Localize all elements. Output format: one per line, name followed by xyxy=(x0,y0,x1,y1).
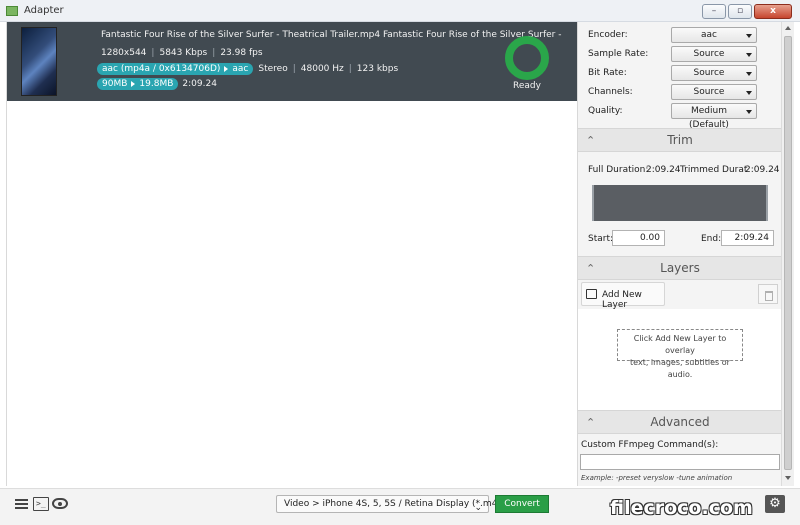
trimmed-duration-label: Trimmed Durat xyxy=(680,165,748,175)
sample-rate-row: Sample Rate: Source xyxy=(588,46,773,63)
output-preset-select[interactable]: Video > iPhone 4S, 5, 5S / Retina Displa… xyxy=(276,495,506,513)
duration: 2:09.24 xyxy=(182,78,217,89)
audio-channels: Stereo xyxy=(258,63,288,74)
bit-rate-select[interactable]: Source xyxy=(671,65,757,81)
ffmpeg-command-input[interactable] xyxy=(580,454,780,470)
channels-label: Channels: xyxy=(588,87,633,97)
chevron-down-icon xyxy=(746,72,752,76)
add-layer-icon xyxy=(586,289,597,299)
audio-bitrate: 123 kbps xyxy=(356,63,399,74)
audio-codec-from: aac (mp4a / 0x6134706D) xyxy=(102,63,221,74)
encoder-row: Encoder: aac xyxy=(588,27,773,44)
video-info: 1280x544 | 5843 Kbps | 23.98 fps xyxy=(101,48,263,58)
layers-empty-hint: Click Add New Layer to overlay text, ima… xyxy=(617,329,743,379)
sample-rate-label: Sample Rate: xyxy=(588,49,649,59)
settings-panel: Encoder: aac Sample Rate: Source Bit Rat… xyxy=(577,22,781,486)
resolution: 1280x544 xyxy=(101,48,147,58)
maximize-button[interactable]: ▫ xyxy=(728,4,752,19)
chevron-down-icon: ⌄ xyxy=(474,503,482,513)
size-info: 90MB 19.8MB 2:09.24 xyxy=(97,77,217,90)
file-name: Fantastic Four Rise of the Silver Surfer… xyxy=(101,30,562,40)
trim-header[interactable]: ⌃ Trim xyxy=(578,128,781,152)
full-duration-label: Full Duration: xyxy=(588,165,649,175)
channels-row: Channels: Source xyxy=(588,84,773,101)
add-layer-button[interactable]: Add New Layer xyxy=(581,282,665,310)
encoder-label: Encoder: xyxy=(588,30,628,40)
end-label: End: xyxy=(701,234,722,244)
sample-rate-value: Source xyxy=(693,49,725,59)
advanced-title: Advanced xyxy=(650,415,710,429)
trimmed-duration-value: 2:09.24 xyxy=(745,165,780,175)
chevron-down-icon xyxy=(746,53,752,57)
chevron-down-icon xyxy=(746,110,752,114)
terminal-icon[interactable]: >_ xyxy=(33,497,49,511)
hint-line-1: Click Add New Layer to overlay xyxy=(633,334,727,355)
bit-rate-label: Bit Rate: xyxy=(588,68,627,78)
settings-scrollbar[interactable] xyxy=(781,22,794,486)
layers-header[interactable]: ⌃ Layers xyxy=(578,256,781,280)
close-button[interactable]: x xyxy=(754,4,792,19)
start-input[interactable]: 0.00 xyxy=(612,230,665,246)
channels-select[interactable]: Source xyxy=(671,84,757,100)
end-input[interactable]: 2:09.24 xyxy=(721,230,774,246)
size-pill[interactable]: 90MB 19.8MB xyxy=(97,77,179,90)
audio-sample-rate: 48000 Hz xyxy=(300,63,344,74)
quality-select[interactable]: Medium (Default) xyxy=(671,103,757,130)
arrow-right-icon xyxy=(224,65,229,72)
full-duration-value: 2:09.24 xyxy=(646,165,681,175)
scroll-down-icon[interactable] xyxy=(785,476,791,480)
bit-rate-row: Bit Rate: Source xyxy=(588,65,773,82)
audio-info: aac (mp4a / 0x6134706D) aac Stereo | 48000 … xyxy=(97,62,398,75)
terminal-glyph: >_ xyxy=(36,499,46,508)
app-icon xyxy=(6,6,18,16)
preview-eye-icon[interactable] xyxy=(52,498,68,509)
start-label: Start: xyxy=(588,234,614,244)
channels-value: Source xyxy=(693,87,725,97)
trim-title: Trim xyxy=(667,133,693,147)
audio-codec-pill[interactable]: aac (mp4a / 0x6134706D) aac xyxy=(97,62,254,75)
output-preset-value: Video > iPhone 4S, 5, 5S / Retina Displa… xyxy=(284,499,507,509)
status-ring-icon xyxy=(505,36,549,80)
window-title: Adapter xyxy=(24,5,64,16)
scroll-up-icon[interactable] xyxy=(785,26,791,30)
advanced-header[interactable]: ⌃ Advanced xyxy=(578,410,781,434)
trash-icon xyxy=(765,291,773,301)
minimize-button[interactable]: – xyxy=(702,4,726,19)
layers-list: Click Add New Layer to overlay text, ima… xyxy=(578,309,781,410)
sample-rate-select[interactable]: Source xyxy=(671,46,757,62)
frame-rate: 23.98 fps xyxy=(220,48,263,58)
ffmpeg-label: Custom FFmpeg Command(s): xyxy=(581,440,719,450)
encoder-value: aac xyxy=(701,30,717,40)
trim-timeline[interactable] xyxy=(592,185,768,221)
chevron-down-icon xyxy=(746,91,752,95)
scrollbar-thumb[interactable] xyxy=(784,36,792,470)
size-to: 19.8MB xyxy=(139,78,174,89)
delete-layer-button[interactable] xyxy=(758,284,778,304)
layers-title: Layers xyxy=(660,261,700,275)
file-item[interactable]: Fantastic Four Rise of the Silver Surfer… xyxy=(7,22,577,101)
video-thumbnail xyxy=(21,27,57,96)
title-bar: Adapter – ▫ x xyxy=(0,0,800,22)
add-layer-label: Add New Layer xyxy=(602,290,642,310)
menu-icon[interactable] xyxy=(14,497,30,511)
size-from: 90MB xyxy=(102,78,128,89)
ffmpeg-example: Example: -preset veryslow -tune animatio… xyxy=(581,474,733,482)
bit-rate-value: Source xyxy=(693,68,725,78)
quality-label: Quality: xyxy=(588,106,623,116)
hint-line-2: text, images, subtitles or audio. xyxy=(630,358,730,379)
audio-codec-to: aac xyxy=(232,63,249,74)
quality-value: Medium (Default) xyxy=(689,106,729,130)
status-label: Ready xyxy=(513,81,541,91)
convert-button[interactable]: Convert xyxy=(495,495,549,513)
gear-icon[interactable]: ⚙ xyxy=(765,495,785,513)
arrow-right-icon xyxy=(131,80,136,87)
chevron-down-icon xyxy=(746,34,752,38)
quality-row: Quality: Medium (Default) xyxy=(588,103,773,130)
video-bitrate: 5843 Kbps xyxy=(159,48,208,58)
watermark-logo: filecroco.com xyxy=(610,497,753,519)
window-controls: – ▫ x xyxy=(702,4,792,19)
encoder-select[interactable]: aac xyxy=(671,27,757,43)
file-list: Fantastic Four Rise of the Silver Surfer… xyxy=(6,22,577,486)
